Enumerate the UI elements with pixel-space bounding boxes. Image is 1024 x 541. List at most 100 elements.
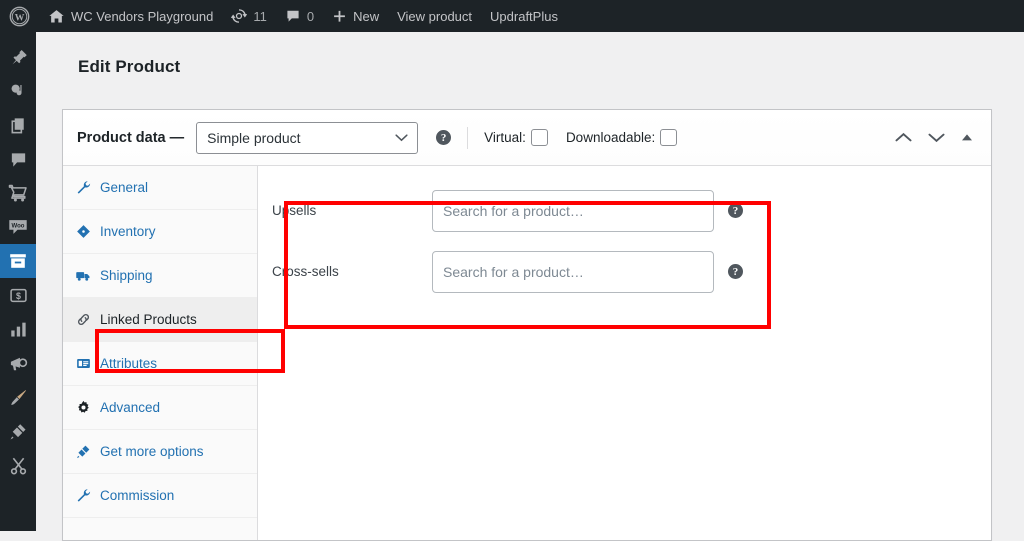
sidebar-item-woo[interactable]: Woo	[0, 210, 36, 244]
pages-icon	[11, 117, 24, 133]
sidebar-item-tools[interactable]	[0, 448, 36, 482]
tools-scissors-icon	[10, 457, 26, 474]
updraftplus-menu[interactable]: UpdraftPlus	[481, 0, 567, 32]
menu-separator	[0, 32, 36, 40]
product-type-select[interactable]: Simple product	[196, 121, 419, 154]
sidebar-item-pages[interactable]	[0, 108, 36, 142]
pin-icon	[11, 49, 27, 64]
comments-icon	[11, 152, 25, 167]
wp-logo-menu[interactable]: W	[0, 0, 39, 32]
new-content-menu[interactable]: New	[323, 0, 388, 32]
admin-sidebar-menu: Woo $	[0, 32, 44, 531]
view-product-label: View product	[397, 8, 473, 24]
tab-commission[interactable]: Commission	[63, 474, 257, 518]
media-icon	[11, 84, 22, 95]
svg-text:$: $	[16, 291, 21, 301]
products-box-icon	[10, 254, 26, 268]
tab-advanced-link[interactable]: Advanced	[63, 386, 257, 429]
downloadable-checkbox[interactable]	[660, 129, 678, 146]
payments-dollar-icon: $	[9, 288, 27, 302]
product-data-tabs: General Inventory Shipping Linked Produc…	[63, 166, 258, 540]
tab-get-more-options-label: Get more options	[100, 444, 204, 459]
view-product-link[interactable]: View product	[388, 0, 481, 32]
header-divider	[467, 126, 469, 149]
product-type-select-wrap: Simple product	[196, 121, 419, 154]
product-data-title: Product data —	[77, 129, 185, 146]
tab-general-link[interactable]: General	[63, 166, 257, 209]
sidebar-item-products[interactable]	[0, 244, 44, 278]
upsells-help-icon[interactable]: ?	[728, 203, 743, 218]
attributes-list-icon	[75, 356, 91, 371]
tab-linked-products[interactable]: Linked Products	[63, 298, 257, 342]
comment-bubble-icon	[287, 10, 299, 22]
toggle-triangle-icon[interactable]	[961, 133, 973, 142]
extensions-icon	[75, 444, 91, 459]
site-name-menu[interactable]: WC Vendors Playground	[39, 0, 222, 32]
cross-sells-field-row: Cross-sells ?	[258, 241, 991, 302]
tab-inventory-link[interactable]: Inventory	[63, 210, 257, 253]
product-data-body: General Inventory Shipping Linked Produc…	[63, 166, 991, 540]
site-name-label: WC Vendors Playground	[71, 8, 214, 24]
sidebar-item-appearance[interactable]	[0, 380, 36, 414]
svg-text:W: W	[15, 12, 25, 23]
metabox-actions	[895, 132, 977, 143]
virtual-label: Virtual:	[484, 130, 526, 145]
downloadable-label: Downloadable:	[565, 130, 656, 145]
cross-sells-help-icon[interactable]: ?	[728, 264, 743, 279]
virtual-checkbox[interactable]	[530, 129, 548, 146]
wp-body: Edit Product Product data — Simple produ…	[36, 32, 1024, 541]
truck-icon	[75, 268, 91, 283]
comments-count: 0	[306, 8, 315, 24]
sidebar-item-posts[interactable]	[0, 40, 36, 74]
updraftplus-label: UpdraftPlus	[490, 8, 558, 24]
chevron-down-icon[interactable]	[928, 132, 945, 143]
wrench-icon	[75, 180, 91, 195]
updates-icon	[231, 9, 248, 23]
tab-shipping[interactable]: Shipping	[63, 254, 257, 298]
tab-advanced[interactable]: Advanced	[63, 386, 257, 430]
downloadable-checkbox-row[interactable]: Downloadable:	[565, 129, 678, 146]
virtual-checkbox-row[interactable]: Virtual:	[484, 129, 548, 146]
tab-get-more-options[interactable]: Get more options	[63, 430, 257, 474]
wordpress-logo-icon: W	[9, 6, 30, 26]
product-data-metabox: Product data — Simple product ? Virtual:…	[62, 109, 992, 541]
current-menu-arrow	[36, 253, 44, 269]
tab-inventory[interactable]: Inventory	[63, 210, 257, 254]
page-title: Edit Product	[78, 57, 181, 76]
svg-text:Woo: Woo	[12, 224, 25, 230]
tab-inventory-label: Inventory	[100, 224, 156, 239]
sidebar-item-media[interactable]	[0, 74, 36, 108]
cross-sells-input[interactable]	[432, 250, 714, 293]
tab-linked-products-label: Linked Products	[100, 312, 197, 327]
link-icon	[75, 312, 91, 327]
sidebar-item-comments[interactable]	[0, 142, 36, 176]
tab-get-more-options-link[interactable]: Get more options	[63, 430, 257, 473]
cart-icon	[8, 184, 27, 202]
home-icon	[49, 9, 64, 22]
sidebar-item-marketing[interactable]	[0, 346, 36, 380]
product-type-help-icon[interactable]: ?	[436, 130, 452, 145]
tab-general[interactable]: General	[63, 166, 257, 210]
updates-menu[interactable]: 11	[222, 0, 276, 32]
product-data-header: Product data — Simple product ? Virtual:…	[63, 110, 991, 166]
comments-menu[interactable]: 0	[276, 0, 323, 32]
admin-bar: W WC Vendors Playground 11 0 New View pr…	[0, 0, 1024, 32]
sidebar-item-plugins[interactable]	[0, 414, 36, 448]
sidebar-item-analytics[interactable]	[0, 312, 36, 346]
tab-attributes[interactable]: Attributes	[63, 342, 257, 386]
sidebar-item-payments[interactable]: $	[0, 278, 36, 312]
appearance-brush-icon	[10, 389, 26, 405]
plugins-plug-icon	[10, 423, 26, 439]
tab-commission-link[interactable]: Commission	[63, 474, 257, 517]
tab-shipping-link[interactable]: Shipping	[63, 254, 257, 297]
linked-products-panel: Upsells ? Cross-sells ?	[258, 166, 991, 540]
woo-icon: Woo	[9, 220, 27, 234]
new-content-label: New	[353, 8, 380, 24]
upsells-input[interactable]	[432, 189, 714, 232]
tab-linked-products-link[interactable]: Linked Products	[63, 298, 257, 341]
tab-attributes-link[interactable]: Attributes	[63, 342, 257, 385]
marketing-megaphone-icon	[10, 357, 27, 370]
chevron-up-icon[interactable]	[895, 132, 912, 143]
sidebar-item-woocommerce[interactable]	[0, 176, 36, 210]
upsells-label: Upsells	[272, 203, 317, 218]
